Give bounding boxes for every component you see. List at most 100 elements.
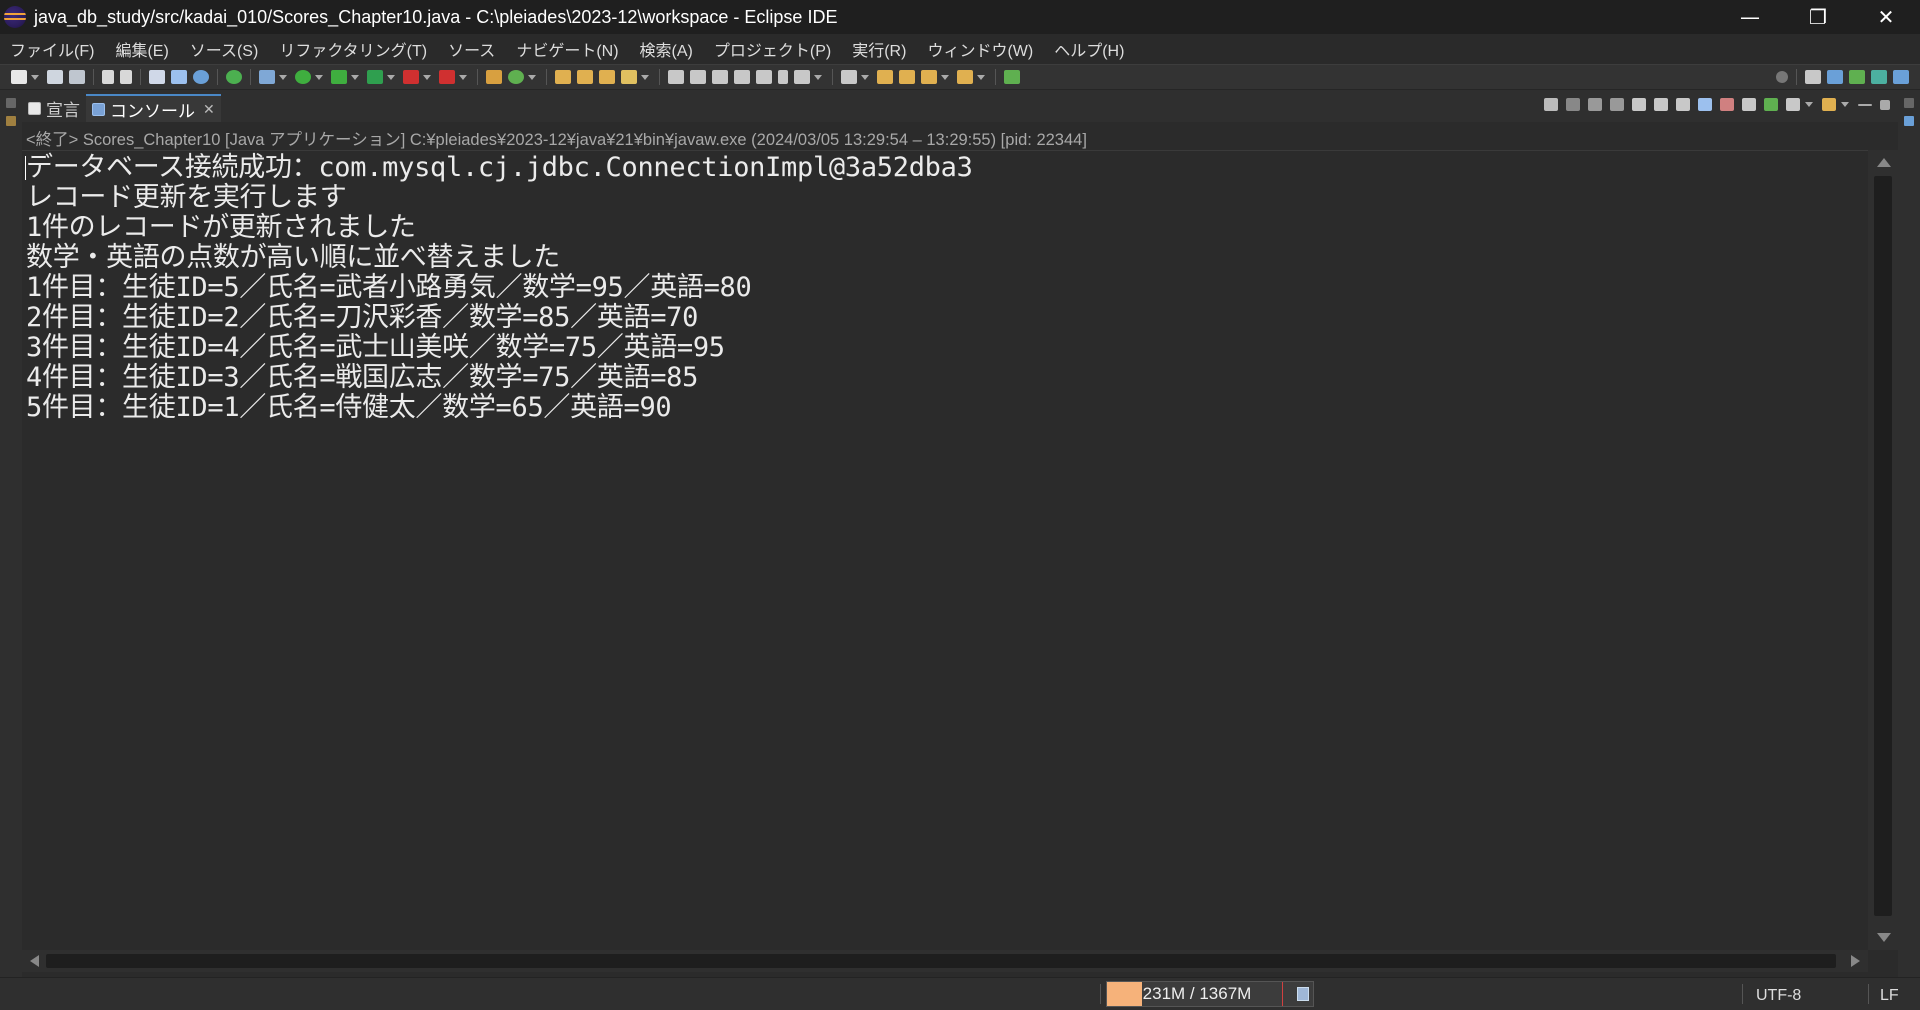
task-list-view-icon[interactable] xyxy=(1904,116,1914,126)
garbage-collect-icon[interactable] xyxy=(1297,987,1309,1001)
scroll-up-arrow-icon[interactable] xyxy=(1877,158,1891,167)
new-class-icon[interactable] xyxy=(508,70,524,84)
menu-project[interactable]: プロジェクト(P) xyxy=(704,37,842,61)
scroll-left-arrow-icon[interactable] xyxy=(30,955,39,967)
scroll-down-arrow-icon[interactable] xyxy=(1877,933,1891,942)
search-dropdown-icon[interactable] xyxy=(641,74,649,80)
minimize-button[interactable]: — xyxy=(1716,0,1784,34)
toggle-mark-icon[interactable] xyxy=(171,70,187,84)
menu-file[interactable]: ファイル(F) xyxy=(0,37,105,61)
pin-console-icon[interactable] xyxy=(1742,98,1756,111)
search-icon[interactable] xyxy=(1776,71,1788,83)
restore-view-icon[interactable] xyxy=(1904,98,1914,108)
back-icon[interactable] xyxy=(921,70,937,84)
restore-button[interactable]: ❐ xyxy=(1784,0,1852,34)
scroll-right-arrow-icon[interactable] xyxy=(1851,955,1860,967)
stop-icon[interactable] xyxy=(403,70,419,84)
heap-status[interactable]: 231M / 1367M xyxy=(1106,981,1314,1007)
run-dropdown-icon[interactable] xyxy=(315,74,323,80)
open-type-icon[interactable] xyxy=(555,70,571,84)
restore-view-icon[interactable] xyxy=(6,98,16,108)
coverage-dropdown-icon[interactable] xyxy=(351,74,359,80)
word-wrap-icon[interactable] xyxy=(734,70,750,84)
tab-declaration[interactable]: 宣言 xyxy=(22,94,86,122)
close-button[interactable]: ✕ xyxy=(1852,0,1920,34)
line-delimiter-indicator[interactable]: LF xyxy=(1880,987,1899,1005)
horizontal-scrollbar[interactable] xyxy=(22,950,1868,972)
scroll-lock-icon[interactable] xyxy=(1654,98,1668,111)
display-selected-console-icon[interactable] xyxy=(1764,98,1778,111)
skip-breakpoints-icon[interactable] xyxy=(226,70,242,84)
save-icon[interactable] xyxy=(47,70,63,84)
debug-icon[interactable] xyxy=(259,70,275,84)
prev-edit-icon[interactable] xyxy=(899,70,915,84)
debug-perspective-icon[interactable] xyxy=(1849,70,1865,84)
new-dropdown-icon[interactable] xyxy=(31,74,39,80)
minimize-view-icon[interactable] xyxy=(1858,103,1872,106)
forward-icon[interactable] xyxy=(957,70,973,84)
external-tools-dropdown-icon[interactable] xyxy=(387,74,395,80)
refresh-icon[interactable] xyxy=(1544,98,1558,111)
open-console-icon[interactable] xyxy=(1786,98,1800,111)
undo-icon[interactable] xyxy=(102,70,114,84)
open-perspective-icon[interactable] xyxy=(1805,70,1821,84)
external-tools-icon[interactable] xyxy=(367,70,383,84)
show-whitespace-icon[interactable] xyxy=(756,70,772,84)
terminal-icon[interactable] xyxy=(149,70,165,84)
run-icon[interactable] xyxy=(295,70,311,84)
menu-source-2[interactable]: ソース xyxy=(438,37,506,61)
forward-dropdown-icon[interactable] xyxy=(977,74,985,80)
show-stdout-icon[interactable] xyxy=(1698,98,1712,111)
save-all-icon[interactable] xyxy=(69,70,85,84)
stop-dropdown-icon[interactable] xyxy=(423,74,431,80)
toggle-breadcrumb-icon[interactable] xyxy=(668,70,684,84)
menu-run[interactable]: 実行(R) xyxy=(842,37,917,61)
menu-edit[interactable]: 編集(E) xyxy=(105,37,179,61)
menu-window[interactable]: ウィンドウ(W) xyxy=(917,37,1044,61)
close-icon[interactable]: ✕ xyxy=(203,101,215,118)
annotation-dropdown-icon[interactable] xyxy=(814,74,822,80)
view-menu-icon[interactable] xyxy=(1841,102,1849,107)
open-resource-icon[interactable] xyxy=(599,70,615,84)
last-edit-icon[interactable] xyxy=(877,70,893,84)
pin-editor-icon[interactable] xyxy=(1004,70,1020,84)
debug-dropdown-icon[interactable] xyxy=(279,74,287,80)
back-dropdown-icon[interactable] xyxy=(941,74,949,80)
clear-console-icon[interactable] xyxy=(1632,98,1646,111)
toggle-block-icon[interactable] xyxy=(712,70,728,84)
java-ee-perspective-icon[interactable] xyxy=(1893,70,1909,84)
outline-view-icon[interactable] xyxy=(6,116,16,126)
terminate-dropdown-icon[interactable] xyxy=(459,74,467,80)
new-console-icon[interactable] xyxy=(1822,98,1836,111)
remove-launch-icon[interactable] xyxy=(1588,98,1602,111)
pilcrow-icon[interactable] xyxy=(778,70,788,84)
horizontal-scroll-thumb[interactable] xyxy=(46,954,1836,968)
word-wrap-console-icon[interactable] xyxy=(1676,98,1690,111)
maximize-view-icon[interactable] xyxy=(1880,99,1890,110)
coverage-icon[interactable] xyxy=(331,70,347,84)
terminate-icon[interactable] xyxy=(439,70,455,84)
open-console-dropdown-icon[interactable] xyxy=(1805,102,1813,107)
java-perspective-icon[interactable] xyxy=(1827,70,1843,84)
menu-navigate[interactable]: ナビゲート(N) xyxy=(506,37,629,61)
annotation-icon[interactable] xyxy=(794,70,810,84)
new-class-dropdown-icon[interactable] xyxy=(528,74,536,80)
menu-refactor[interactable]: リファクタリング(T) xyxy=(269,37,438,61)
encoding-indicator[interactable]: UTF-8 xyxy=(1756,987,1801,1005)
new-package-icon[interactable] xyxy=(486,70,502,84)
vertical-scrollbar[interactable] xyxy=(1868,150,1898,950)
menu-help[interactable]: ヘルプ(H) xyxy=(1044,37,1135,61)
remove-all-icon[interactable] xyxy=(1610,98,1624,111)
next-annotation-dropdown-icon[interactable] xyxy=(861,74,869,80)
vertical-scroll-thumb[interactable] xyxy=(1874,176,1892,916)
terminate-console-icon[interactable] xyxy=(1566,98,1580,111)
tab-console[interactable]: コンソール ✕ xyxy=(86,94,221,122)
show-stderr-icon[interactable] xyxy=(1720,98,1734,111)
next-annotation-icon[interactable] xyxy=(841,70,857,84)
git-perspective-icon[interactable] xyxy=(1871,70,1887,84)
console-output[interactable]: データベース接続成功：com.mysql.cj.jdbc.ConnectionI… xyxy=(22,150,1868,950)
settings-icon[interactable] xyxy=(193,70,209,84)
redo-icon[interactable] xyxy=(120,70,132,84)
open-task-icon[interactable] xyxy=(577,70,593,84)
toggle-highlight-icon[interactable] xyxy=(690,70,706,84)
